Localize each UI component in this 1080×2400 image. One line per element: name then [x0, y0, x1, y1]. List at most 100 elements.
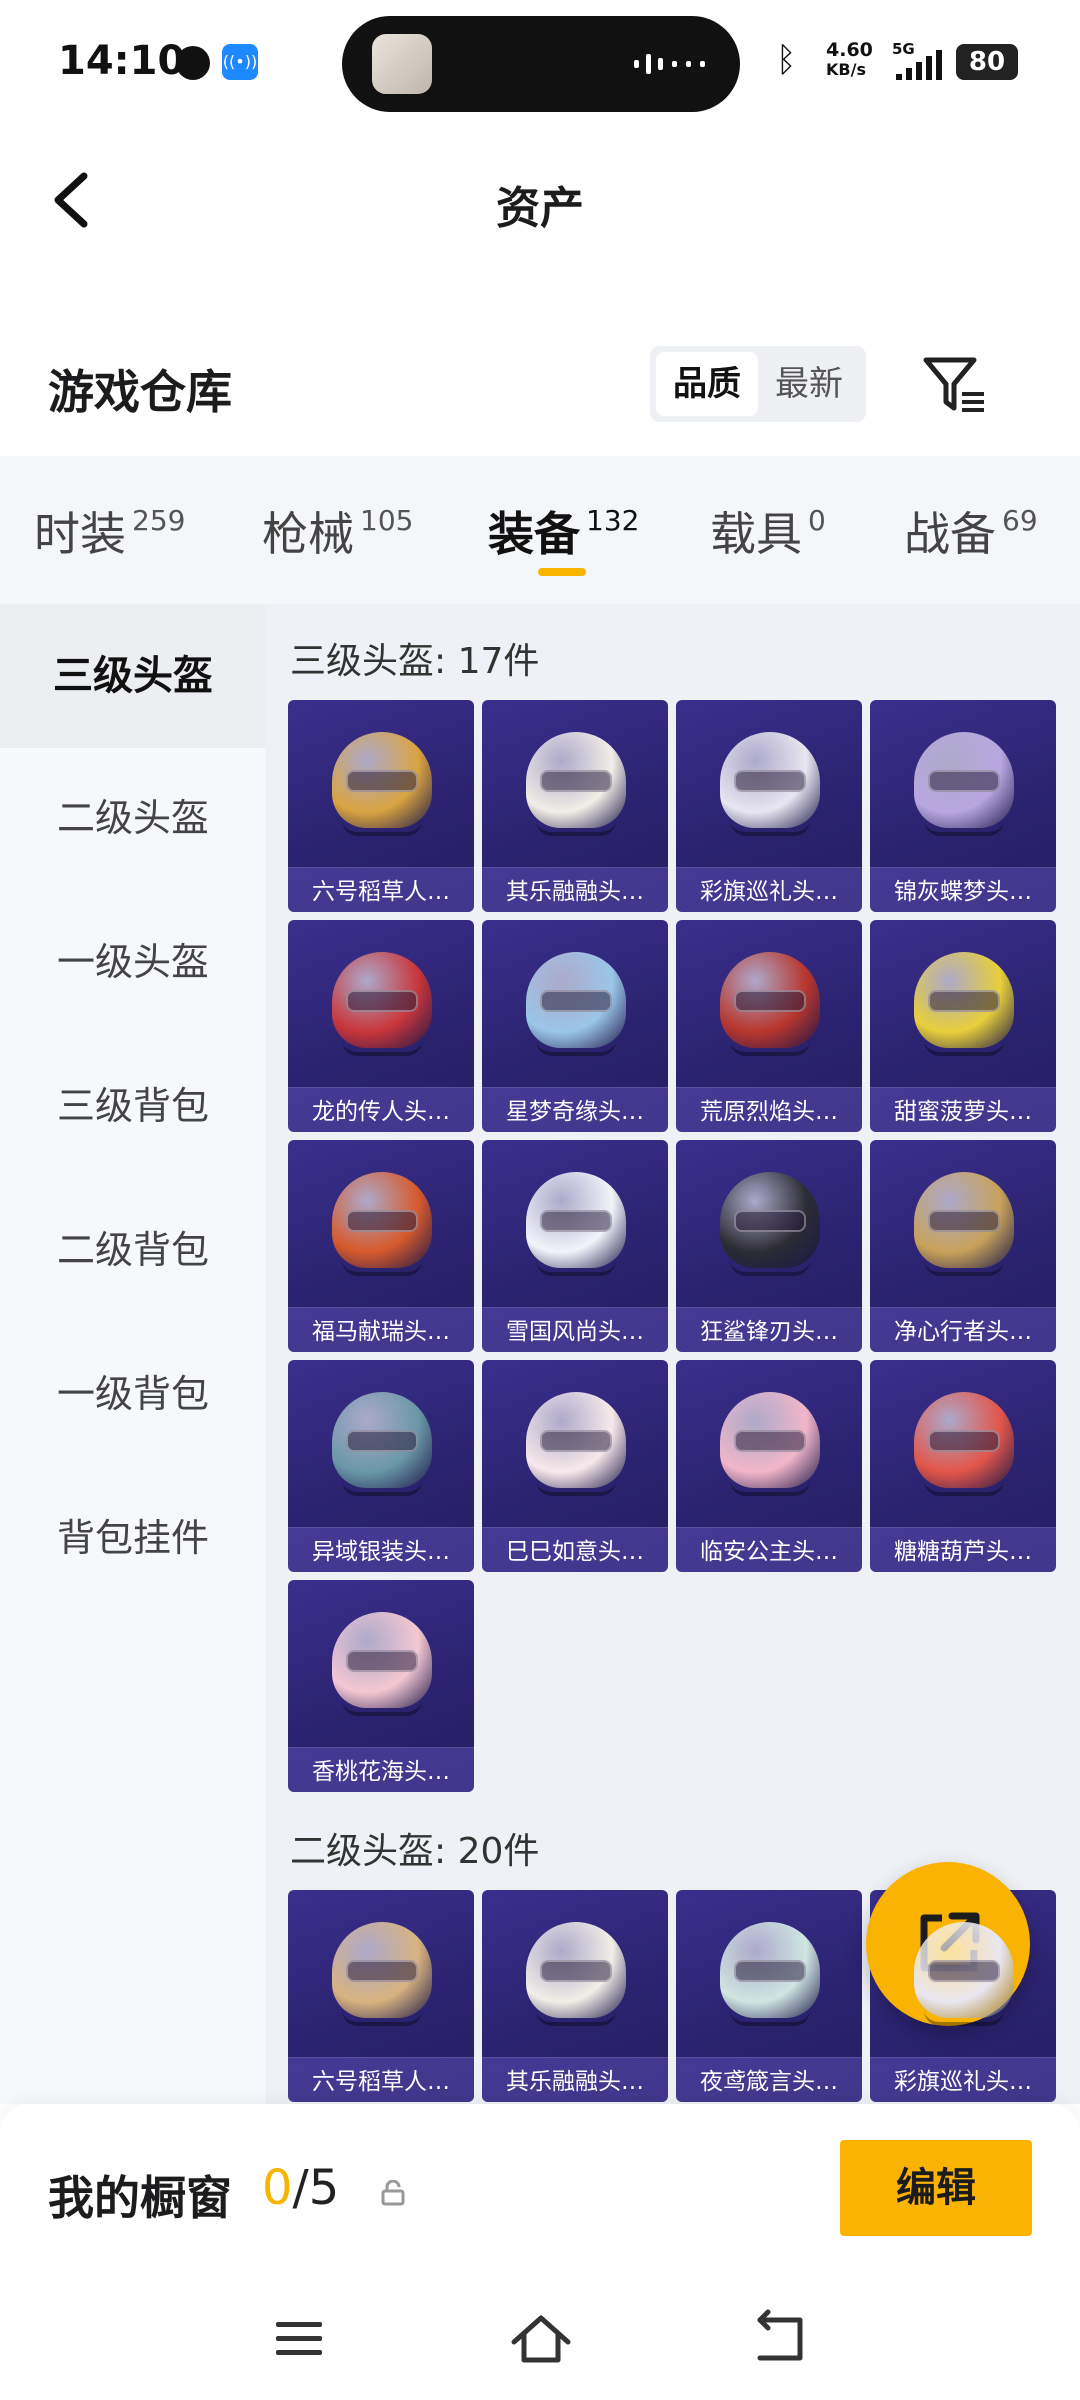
- item-card[interactable]: 六号稻草人…: [288, 700, 474, 912]
- filter-icon: [923, 357, 984, 412]
- item-name: 荒原烈焰头…: [700, 1099, 838, 1125]
- helmet-icon: [522, 1922, 630, 2030]
- item-card[interactable]: 狂鲨锋刃头…: [676, 1140, 862, 1352]
- tab-supplies[interactable]: 战备 69: [904, 498, 1038, 564]
- item-card[interactable]: 巳巳如意头…: [482, 1360, 668, 1572]
- item-name: 糖糖葫芦头…: [894, 1539, 1032, 1565]
- audio-wave-icon: [634, 54, 705, 74]
- item-card[interactable]: 其乐融融头…: [482, 700, 668, 912]
- tab-count: 0: [808, 504, 826, 537]
- item-card[interactable]: 异域银装头…: [288, 1360, 474, 1572]
- status-bar: 14:10 ((•)) ᛒ 4.60 KB/s 5G 80: [0, 0, 1080, 130]
- warehouse-title: 游戏仓库: [48, 365, 232, 419]
- item-name: 雪国风尚头…: [506, 1319, 644, 1345]
- item-name: 六号稻草人…: [312, 2069, 450, 2095]
- page-title: 资产: [496, 183, 584, 234]
- item-card[interactable]: 净心行者头…: [870, 1140, 1056, 1352]
- item-name: 临安公主头…: [700, 1539, 838, 1565]
- helmet-icon: [716, 1392, 824, 1500]
- item-name: 星梦奇缘头…: [506, 1099, 644, 1125]
- sidebar-item-lvl3-backpack[interactable]: 三级背包: [0, 1036, 266, 1176]
- item-card[interactable]: 香桃花海头…: [288, 1580, 474, 1792]
- speed-unit: KB/s: [826, 60, 866, 79]
- tab-vehicles[interactable]: 载具 0: [710, 498, 826, 564]
- tab-count: 69: [1002, 504, 1038, 537]
- sort-option-quality[interactable]: 品质: [656, 352, 758, 416]
- sort-toggle: 品质 最新: [650, 346, 866, 422]
- system-nav-bar: [0, 2284, 1080, 2400]
- section-title: 二级头盔: 20件: [290, 1831, 540, 1872]
- menu-icon[interactable]: [264, 2304, 334, 2374]
- active-tab-indicator: [538, 568, 586, 576]
- media-thumbnail: [372, 34, 432, 94]
- tab-guns[interactable]: 枪械 105: [262, 498, 413, 564]
- item-card[interactable]: 六号稻草人…: [288, 1890, 474, 2102]
- item-name: 福马献瑞头…: [312, 1319, 450, 1345]
- home-icon[interactable]: [506, 2304, 576, 2374]
- item-card[interactable]: 糖糖葫芦头…: [870, 1360, 1056, 1572]
- item-name: 锦灰蝶梦头…: [894, 879, 1032, 905]
- filter-button[interactable]: [920, 352, 990, 418]
- item-card[interactable]: 临安公主头…: [676, 1360, 862, 1572]
- sidebar-item-lvl2-backpack[interactable]: 二级背包: [0, 1180, 266, 1320]
- item-name: 龙的传人头…: [312, 1099, 450, 1125]
- tab-fashion[interactable]: 时装 259: [34, 498, 185, 564]
- tab-count: 132: [586, 504, 640, 537]
- helmet-icon: [910, 952, 1018, 1060]
- sort-option-latest[interactable]: 最新: [758, 352, 860, 416]
- sidebar-item-lvl1-helmet[interactable]: 一级头盔: [0, 892, 266, 1032]
- helmet-icon: [328, 952, 436, 1060]
- item-name: 甜蜜菠萝头…: [894, 1099, 1032, 1125]
- item-card[interactable]: 龙的传人头…: [288, 920, 474, 1132]
- battery-icon: 80: [956, 44, 1018, 80]
- item-name: 其乐融融头…: [506, 2069, 644, 2095]
- item-name: 彩旗巡礼头…: [700, 879, 838, 905]
- helmet-icon: [328, 1392, 436, 1500]
- item-card[interactable]: 星梦奇缘头…: [482, 920, 668, 1132]
- item-card[interactable]: 甜蜜菠萝头…: [870, 920, 1056, 1132]
- nav-header: 资产: [0, 130, 1080, 270]
- helmet-icon: [522, 732, 630, 840]
- helmet-icon: [328, 1922, 436, 2030]
- category-tabs: 时装 259 枪械 105 装备 132 载具 0 战备 69: [0, 456, 1080, 604]
- helmet-icon: [716, 732, 824, 840]
- showcase-bar: 我的橱窗 0/5 编辑: [0, 2104, 1080, 2284]
- tab-label: 枪械: [262, 507, 354, 561]
- item-card[interactable]: 锦灰蝶梦头…: [870, 700, 1056, 912]
- helmet-icon: [328, 1172, 436, 1280]
- item-name: 夜鸢箴言头…: [700, 2069, 838, 2095]
- item-name: 异域银装头…: [312, 1539, 450, 1565]
- item-name: 六号稻草人…: [312, 879, 450, 905]
- lock-icon: [381, 2180, 405, 2206]
- tab-equipment[interactable]: 装备 132: [488, 498, 639, 564]
- section-title: 三级头盔: 17件: [290, 641, 540, 682]
- helmet-icon: [910, 1922, 1018, 2030]
- item-card[interactable]: 彩旗巡礼头…: [676, 700, 862, 912]
- sidebar-item-lvl1-backpack[interactable]: 一级背包: [0, 1324, 266, 1464]
- item-grid: 六号稻草人… 其乐融融头… 夜鸢箴言头… 彩旗巡礼头…: [288, 1890, 1056, 2102]
- helmet-icon: [522, 1172, 630, 1280]
- showcase-label: 我的橱窗: [48, 2171, 232, 2225]
- sidebar-item-lvl2-helmet[interactable]: 二级头盔: [0, 748, 266, 888]
- item-card[interactable]: 其乐融融头…: [482, 1890, 668, 2102]
- item-name: 净心行者头…: [894, 1319, 1032, 1345]
- clock: 14:10: [58, 38, 186, 84]
- helmet-icon: [522, 1392, 630, 1500]
- sidebar-item-backpack-charm[interactable]: 背包挂件: [0, 1468, 266, 1608]
- item-card[interactable]: 夜鸢箴言头…: [676, 1890, 862, 2102]
- back-nav-icon[interactable]: [746, 2304, 816, 2374]
- helmet-icon: [716, 952, 824, 1060]
- edit-button[interactable]: 编辑: [840, 2140, 1032, 2236]
- item-card[interactable]: 雪国风尚头…: [482, 1140, 668, 1352]
- item-name: 香桃花海头…: [312, 1759, 450, 1785]
- item-name: 巳巳如意头…: [506, 1539, 644, 1565]
- tab-count: 259: [132, 504, 186, 537]
- showcase-count-total: /5: [292, 2160, 340, 2216]
- item-card[interactable]: 福马献瑞头…: [288, 1140, 474, 1352]
- item-card[interactable]: 荒原烈焰头…: [676, 920, 862, 1132]
- sidebar-item-lvl3-helmet[interactable]: 三级头盔: [0, 604, 266, 748]
- tab-label: 载具: [710, 507, 802, 561]
- sidebar: 三级头盔 二级头盔 一级头盔 三级背包 二级背包 一级背包 背包挂件: [0, 604, 266, 2104]
- dynamic-island[interactable]: [342, 16, 740, 112]
- helmet-icon: [910, 1392, 1018, 1500]
